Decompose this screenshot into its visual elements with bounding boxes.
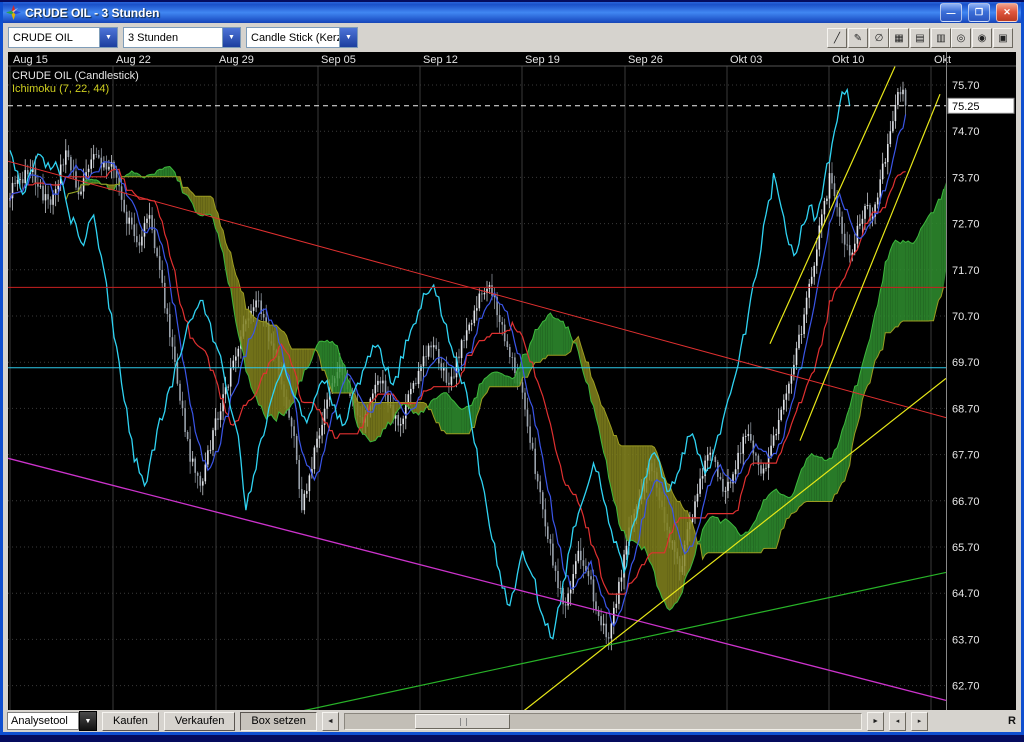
step-right-button[interactable]: ▸ xyxy=(911,712,928,731)
chevron-right-icon: ▸ xyxy=(918,717,922,725)
window-title: CRUDE OIL - 3 Stunden xyxy=(25,6,934,20)
empty-set-icon: ∅ xyxy=(875,33,884,44)
pencil-tool-button[interactable]: ✎ xyxy=(848,28,868,48)
grid-dense-button[interactable]: ▦ xyxy=(889,28,909,48)
svg-text:71.70: 71.70 xyxy=(952,265,980,277)
dot-icon: ◉ xyxy=(978,33,987,44)
svg-text:Okt 10: Okt 10 xyxy=(832,54,864,66)
chart-area[interactable]: 75.70 74.70 73.70 72.70 71.70 70.70 69.70 68.70… xyxy=(8,52,1016,710)
scroll-left-button[interactable]: ◄ xyxy=(322,712,339,731)
svg-text:73.70: 73.70 xyxy=(952,172,980,184)
arrow-right-icon: ► xyxy=(872,718,879,725)
svg-text:67.70: 67.70 xyxy=(952,450,980,462)
svg-text:Sep 19: Sep 19 xyxy=(525,54,560,66)
corner-label: R xyxy=(1008,715,1017,727)
chevron-down-icon[interactable]: ▼ xyxy=(339,28,357,47)
svg-text:Sep 26: Sep 26 xyxy=(628,54,663,66)
scrollbar-thumb[interactable] xyxy=(415,714,510,729)
svg-text:75.70: 75.70 xyxy=(952,80,980,92)
ring-icon: ◎ xyxy=(957,33,966,44)
chevron-down-icon[interactable]: ▼ xyxy=(222,28,240,47)
svg-text:Aug 29: Aug 29 xyxy=(219,54,254,66)
svg-text:69.70: 69.70 xyxy=(952,357,980,369)
horizontal-scrollbar[interactable] xyxy=(344,713,862,730)
sell-button[interactable]: Verkaufen xyxy=(164,712,236,731)
analyse-tool-select[interactable]: Analysetool xyxy=(7,712,79,730)
minimize-button[interactable]: — xyxy=(940,3,962,22)
pencil-icon: ✎ xyxy=(854,33,862,44)
svg-text:72.70: 72.70 xyxy=(952,219,980,231)
trendline-tool-button[interactable]: ╱ xyxy=(827,28,847,48)
svg-text:Ichimoku (7, 22, 44): Ichimoku (7, 22, 44) xyxy=(12,83,109,95)
svg-text:70.70: 70.70 xyxy=(952,311,980,323)
analyse-tool-dropdown-button[interactable]: ▼ xyxy=(79,711,97,731)
chevron-down-icon[interactable]: ▼ xyxy=(99,28,117,47)
title-bar[interactable]: CRUDE OIL - 3 Stunden — ❐ ✕ xyxy=(3,2,1021,23)
close-button[interactable]: ✕ xyxy=(996,3,1018,22)
chevron-down-icon: ▼ xyxy=(85,718,92,725)
svg-text:63.70: 63.70 xyxy=(952,634,980,646)
buy-button[interactable]: Kaufen xyxy=(102,712,159,731)
top-toolbar: CRUDE OIL ▼ 3 Stunden ▼ Candle Stick (Ke… xyxy=(3,23,1021,52)
app-icon xyxy=(6,5,21,20)
svg-text:62.70: 62.70 xyxy=(952,681,980,693)
symbol-value: CRUDE OIL xyxy=(9,32,99,44)
set-box-button[interactable]: Box setzen xyxy=(240,712,316,731)
svg-text:75.25: 75.25 xyxy=(952,101,980,113)
svg-text:65.70: 65.70 xyxy=(952,542,980,554)
svg-text:Sep 12: Sep 12 xyxy=(423,54,458,66)
symbol-select[interactable]: CRUDE OIL ▼ xyxy=(8,27,118,48)
trendline-icon: ╱ xyxy=(834,33,840,44)
box-indicator-button[interactable]: ▣ xyxy=(993,28,1013,48)
timeframe-select[interactable]: 3 Stunden ▼ xyxy=(123,27,241,48)
bottom-toolbar: Analysetool ▼ Kaufen Verkaufen Box setze… xyxy=(3,710,1021,732)
svg-text:66.70: 66.70 xyxy=(952,496,980,508)
svg-text:68.70: 68.70 xyxy=(952,403,980,415)
box-icon: ▣ xyxy=(998,33,1007,44)
svg-text:Aug 15: Aug 15 xyxy=(13,54,48,66)
chart-canvas[interactable]: 75.70 74.70 73.70 72.70 71.70 70.70 69.70 68.70… xyxy=(8,52,1016,710)
grid-cols-button[interactable]: ▥ xyxy=(931,28,951,48)
chart-type-select[interactable]: Candle Stick (Kerze ▼ xyxy=(246,27,358,48)
grid-dense-icon: ▦ xyxy=(894,33,903,44)
scroll-right-button[interactable]: ► xyxy=(867,712,884,731)
grid-rows-icon: ▤ xyxy=(915,33,924,44)
timeframe-value: 3 Stunden xyxy=(124,32,222,44)
step-left-button[interactable]: ◂ xyxy=(889,712,906,731)
null-tool-button[interactable]: ∅ xyxy=(869,28,889,48)
restore-button[interactable]: ❐ xyxy=(968,3,990,22)
svg-text:74.70: 74.70 xyxy=(952,126,980,138)
arrow-left-icon: ◄ xyxy=(327,718,334,725)
svg-text:CRUDE OIL (Candlestick): CRUDE OIL (Candlestick) xyxy=(12,70,139,82)
svg-text:64.70: 64.70 xyxy=(952,588,980,600)
svg-text:Aug 22: Aug 22 xyxy=(116,54,151,66)
ring-indicator-button[interactable]: ◎ xyxy=(951,28,971,48)
application-window: CRUDE OIL - 3 Stunden — ❐ ✕ CRUDE OIL ▼ … xyxy=(0,2,1024,735)
svg-text:Okt 03: Okt 03 xyxy=(730,54,762,66)
chart-type-value: Candle Stick (Kerze xyxy=(247,32,339,44)
chevron-left-icon: ◂ xyxy=(896,717,900,725)
grid-cols-icon: ▥ xyxy=(936,33,945,44)
dot-indicator-button[interactable]: ◉ xyxy=(972,28,992,48)
grid-rows-button[interactable]: ▤ xyxy=(910,28,930,48)
svg-text:Sep 05: Sep 05 xyxy=(321,54,356,66)
